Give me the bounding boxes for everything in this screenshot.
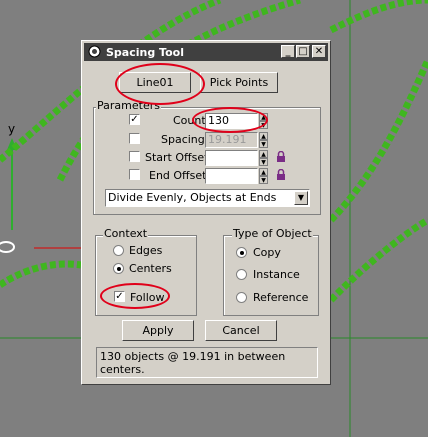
count-checkbox[interactable]: ✓ [129, 114, 140, 125]
close-icon[interactable]: ✕ [312, 45, 326, 58]
maximize-icon[interactable]: □ [296, 45, 310, 58]
distribution-dropdown[interactable]: Divide Evenly, Objects at Ends ▼ [105, 189, 310, 207]
spacing-label: Spacing: [161, 133, 209, 146]
app-icon [88, 45, 101, 58]
start-offset-checkbox[interactable] [129, 151, 140, 162]
annotation-circle-pick-object [115, 63, 205, 105]
context-edges-radio[interactable] [113, 245, 124, 256]
context-centers-radio[interactable] [113, 263, 124, 274]
lock-icon[interactable] [276, 169, 286, 181]
status-text: 130 objects @ 19.191 in between centers. [96, 347, 318, 378]
chain-curve-4 [328, 216, 428, 303]
y-axis-label: y [8, 122, 16, 136]
chain-curve-3 [328, 58, 428, 223]
start-offset-spinner[interactable]: ▲ ▼ [259, 150, 268, 166]
type-reference-radio[interactable] [236, 292, 247, 303]
title-bar[interactable]: Spacing Tool _ □ ✕ [84, 43, 328, 61]
pick-points-button[interactable]: Pick Points [200, 72, 278, 93]
end-offset-checkbox[interactable] [129, 169, 140, 180]
apply-button[interactable]: Apply [122, 320, 194, 341]
minimize-icon[interactable]: _ [281, 45, 295, 58]
distribution-value: Divide Evenly, Objects at Ends [108, 191, 277, 204]
type-instance-radio[interactable] [236, 269, 247, 280]
spacing-field[interactable]: 19.191 [205, 132, 258, 148]
type-copy-label: Copy [253, 246, 281, 259]
context-label: Context [103, 227, 149, 240]
type-instance-label: Instance [253, 268, 300, 281]
end-offset-spinner[interactable]: ▲ ▼ [259, 168, 268, 184]
context-centers-label: Centers [129, 262, 172, 275]
annotation-circle-count [192, 107, 268, 133]
start-offset-field[interactable] [205, 150, 258, 166]
end-offset-label: End Offset: [149, 169, 211, 182]
lock-icon[interactable] [276, 151, 286, 163]
annotation-circle-follow [100, 283, 170, 309]
spacing-checkbox[interactable] [129, 133, 140, 144]
cancel-button[interactable]: Cancel [205, 320, 277, 341]
type-reference-label: Reference [253, 291, 309, 304]
dialog-title: Spacing Tool [106, 46, 184, 59]
type-of-object-label: Type of Object [232, 227, 313, 240]
end-offset-field[interactable] [205, 168, 258, 184]
chain-curve-5 [0, 260, 82, 288]
context-edges-label: Edges [129, 244, 163, 257]
start-offset-label: Start Offset: [145, 151, 213, 164]
chevron-down-icon[interactable]: ▼ [294, 191, 308, 205]
type-copy-radio[interactable] [236, 247, 247, 258]
pivot-gizmo [0, 241, 15, 253]
chain-curve-6 [329, 0, 428, 34]
spacing-spinner[interactable]: ▲ ▼ [259, 132, 268, 148]
